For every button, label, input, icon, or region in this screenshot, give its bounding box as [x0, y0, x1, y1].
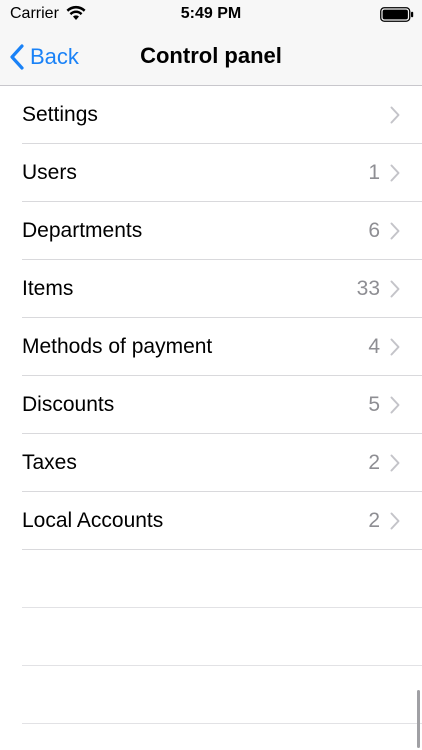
- list-item-label: Departments: [22, 218, 143, 242]
- list-item-label: Settings: [22, 102, 98, 126]
- chevron-right-icon: [390, 106, 400, 124]
- back-label: Back: [30, 44, 79, 69]
- empty-row: [22, 608, 422, 666]
- chevron-left-icon: [10, 44, 24, 70]
- list-item-count: 2: [368, 450, 380, 474]
- list-item-local-accounts[interactable]: Local Accounts 2: [22, 492, 422, 550]
- chevron-right-icon: [390, 280, 400, 298]
- scroll-indicator[interactable]: [417, 690, 420, 748]
- list-item-users[interactable]: Users 1: [22, 144, 422, 202]
- list-item-label: Users: [22, 160, 77, 184]
- list-item-taxes[interactable]: Taxes 2: [22, 434, 422, 492]
- list-item-label: Taxes: [22, 450, 77, 474]
- list-item-discounts[interactable]: Discounts 5: [22, 376, 422, 434]
- chevron-right-icon: [390, 338, 400, 356]
- empty-row: [22, 550, 422, 608]
- chevron-right-icon: [390, 164, 400, 182]
- status-time: 5:49 PM: [180, 5, 242, 22]
- navigation-bar: Back Control panel: [0, 30, 422, 86]
- empty-row: [22, 666, 422, 724]
- list-item-settings[interactable]: Settings: [22, 86, 422, 144]
- chevron-right-icon: [390, 222, 400, 240]
- list-item-count: 5: [368, 392, 380, 416]
- list-item-methods-of-payment[interactable]: Methods of payment 4: [22, 318, 422, 376]
- back-button[interactable]: Back: [10, 40, 79, 74]
- list-item-label: Methods of payment: [22, 334, 213, 358]
- list-item-count: 1: [368, 160, 380, 184]
- list-item-label: Discounts: [22, 392, 115, 416]
- list-item-departments[interactable]: Departments 6: [22, 202, 422, 260]
- chevron-right-icon: [390, 454, 400, 472]
- battery-icon: [380, 7, 414, 27]
- list-item-label: Items: [22, 276, 74, 300]
- list-item-count: 33: [356, 276, 380, 300]
- list-item-count: 6: [368, 218, 380, 242]
- control-panel-list: Settings Users 1 Departments 6 Items 33 …: [0, 86, 422, 724]
- chevron-right-icon: [390, 512, 400, 530]
- chevron-right-icon: [390, 396, 400, 414]
- list-item-count: 4: [368, 334, 380, 358]
- status-bar: Carrier 5:49 PM: [0, 0, 422, 30]
- list-item-items[interactable]: Items 33: [22, 260, 422, 318]
- list-item-label: Local Accounts: [22, 508, 164, 532]
- list-item-count: 2: [368, 508, 380, 532]
